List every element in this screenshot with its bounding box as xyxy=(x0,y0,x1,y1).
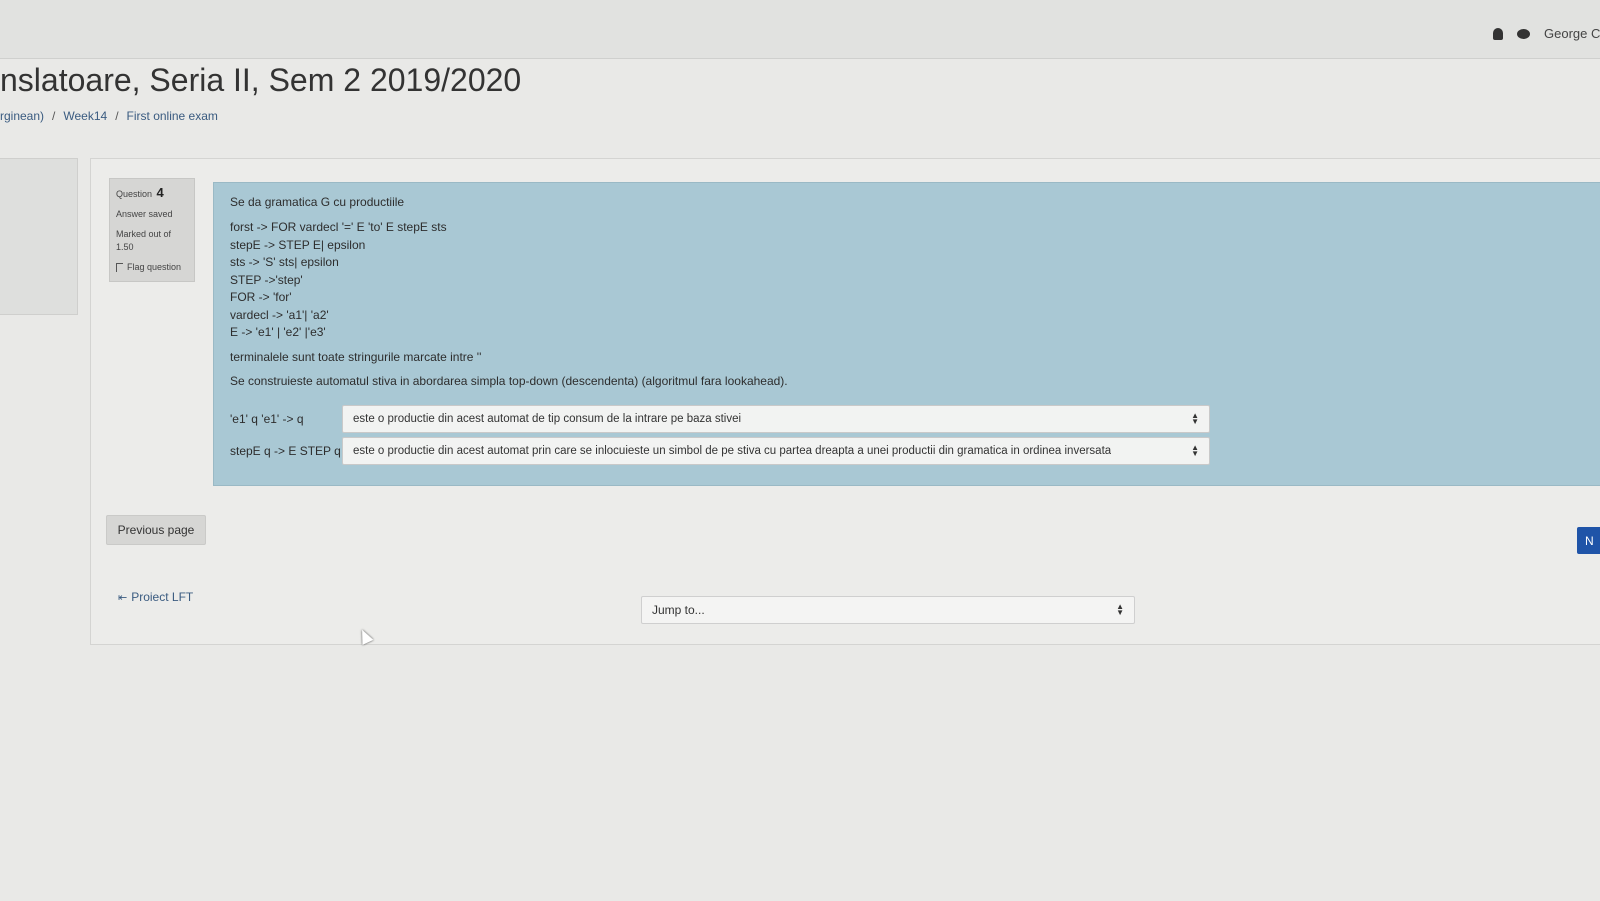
breadcrumb-item-exam[interactable]: First online exam xyxy=(127,109,218,123)
page-title: nslatoare, Seria II, Sem 2 2019/2020 xyxy=(0,62,522,98)
answer-select[interactable]: este o productie din acest automat prin … xyxy=(342,437,1210,465)
grammar-production: STEP ->'step' xyxy=(230,272,303,287)
grammar-production: stepE -> STEP E| epsilon xyxy=(230,237,366,252)
question-formulation: Se da gramatica G cu productiile forst -… xyxy=(213,182,1600,486)
user-name[interactable]: George Cr xyxy=(1544,26,1600,41)
answer-row: stepE q -> E STEP q este o productie din… xyxy=(230,437,1210,465)
grammar-production: forst -> FOR vardecl '=' E 'to' E stepE … xyxy=(230,220,447,234)
flag-question-label: Flag question xyxy=(127,262,182,272)
jump-to-placeholder: Jump to... xyxy=(652,603,705,617)
question-label: Question xyxy=(116,189,153,199)
jump-to-select[interactable]: Jump to... ▲ ▼ xyxy=(641,596,1135,624)
automaton-note: Se construieste automatul stiva in abord… xyxy=(230,373,788,388)
answer-select[interactable]: este o productie din acest automat de ti… xyxy=(342,405,1210,433)
select-arrows-icon: ▲ ▼ xyxy=(1191,411,1199,426)
flag-question-link[interactable]: Flag question xyxy=(116,261,188,274)
previous-activity-label: Proiect LFT xyxy=(131,590,194,604)
breadcrumb-item-course[interactable]: rginean) xyxy=(0,109,44,123)
grammar-productions: forst -> FOR vardecl '=' E 'to' E stepE … xyxy=(230,219,1584,342)
question-number: 4 xyxy=(156,185,164,200)
question-grade: Marked out of 1.50 xyxy=(116,229,172,252)
grammar-production: vardecl -> 'a1'| 'a2' xyxy=(230,307,329,322)
breadcrumb-item-week[interactable]: Week14 xyxy=(63,109,107,123)
chat-icon[interactable] xyxy=(1517,28,1530,39)
quiz-navigation-block xyxy=(0,158,78,315)
arrow-left-icon: ⇤ xyxy=(118,591,128,604)
answer-selected-value: este o productie din acest automat prin … xyxy=(353,445,1112,457)
answer-selected-value: este o productie din acest automat de ti… xyxy=(353,413,742,425)
answer-label: stepE q -> E STEP q xyxy=(230,444,341,458)
flag-icon xyxy=(116,263,123,272)
grammar-production: FOR -> 'for' xyxy=(230,290,292,304)
question-intro: Se da gramatica G cu productiile xyxy=(230,195,405,209)
answer-row: 'e1' q 'e1' -> q este o productie din ac… xyxy=(230,405,1210,433)
breadcrumb: rginean) / Week14 / First online exam xyxy=(0,109,218,123)
previous-page-button[interactable]: Previous page xyxy=(106,515,206,545)
answer-label: 'e1' q 'e1' -> q xyxy=(230,412,304,426)
user-menu-area: George Cr xyxy=(1493,26,1600,41)
terminals-note: terminalele sunt toate stringurile marca… xyxy=(230,349,482,364)
select-arrows-icon: ▲ ▼ xyxy=(1116,602,1124,617)
top-navbar: George Cr xyxy=(0,0,1600,59)
grammar-production: E -> 'e1' | 'e2' |'e3' xyxy=(230,325,326,339)
question-info: Question 4 Answer saved Marked out of 1.… xyxy=(109,178,195,282)
previous-activity-link[interactable]: ⇤ Proiect LFT xyxy=(118,590,193,604)
breadcrumb-separator: / xyxy=(52,109,56,123)
question-number-line: Question 4 xyxy=(116,186,188,201)
bell-icon[interactable] xyxy=(1493,27,1503,40)
next-page-button[interactable]: N xyxy=(1577,527,1600,554)
question-state: Answer saved xyxy=(116,209,173,219)
breadcrumb-separator: / xyxy=(115,109,119,123)
grammar-production: sts -> 'S' sts| epsilon xyxy=(230,255,339,269)
select-arrows-icon: ▲ ▼ xyxy=(1191,443,1199,458)
